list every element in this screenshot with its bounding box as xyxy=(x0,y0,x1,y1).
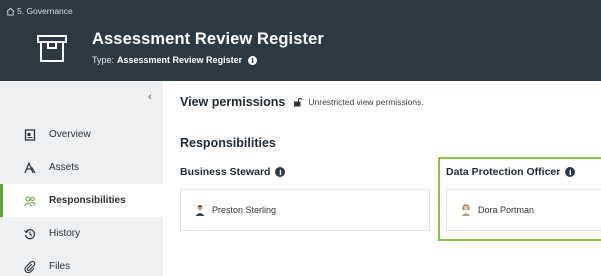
sidebar-item-label: Overview xyxy=(49,129,91,140)
assets-icon xyxy=(24,161,36,174)
collapse-sidebar-icon[interactable]: ‹ xyxy=(148,91,152,103)
responsibilities-title: Responsibilities xyxy=(180,136,276,150)
responsible-user-card[interactable]: Preston Sterling xyxy=(180,189,430,231)
role-name: Business Steward xyxy=(180,166,271,178)
sidebar-item-label: History xyxy=(49,228,81,239)
page-title: Assessment Review Register xyxy=(92,30,324,48)
asset-type: Type: Assessment Review Register i xyxy=(92,55,258,65)
sidebar: ‹ Overview Assets Responsibilities Histo… xyxy=(0,81,163,276)
info-icon[interactable]: i xyxy=(248,55,258,65)
overview-icon xyxy=(24,128,36,141)
paperclip-icon xyxy=(24,260,36,273)
unlock-icon xyxy=(294,97,303,107)
breadcrumb[interactable]: 5. Governance xyxy=(6,6,73,16)
responsibilities-icon xyxy=(24,195,36,207)
community-icon xyxy=(6,7,15,16)
avatar xyxy=(195,204,205,216)
view-permissions-text: Unrestricted view permissions. xyxy=(308,97,424,107)
asset-header: 5. Governance Assessment Review Register… xyxy=(0,0,601,81)
sidebar-item-responsibilities[interactable]: Responsibilities xyxy=(0,184,163,217)
highlight-frame xyxy=(438,157,601,241)
breadcrumb-label[interactable]: 5. Governance xyxy=(17,6,73,16)
history-icon xyxy=(24,228,36,240)
sidebar-item-assets[interactable]: Assets xyxy=(0,151,163,184)
role-business-steward: Business Steward i xyxy=(180,166,286,178)
asset-type-icon xyxy=(37,35,67,62)
sidebar-item-label: Files xyxy=(49,261,71,272)
sidebar-item-label: Assets xyxy=(49,162,80,173)
info-icon[interactable]: i xyxy=(275,167,286,177)
sidebar-item-overview[interactable]: Overview xyxy=(0,118,163,151)
type-value[interactable]: Assessment Review Register xyxy=(117,55,242,65)
type-prefix: Type: xyxy=(92,55,115,65)
view-permissions: View permissions Unrestricted view permi… xyxy=(180,95,424,109)
sidebar-item-history[interactable]: History xyxy=(0,217,163,250)
user-name[interactable]: Preston Sterling xyxy=(212,205,276,215)
sidebar-item-label: Responsibilities xyxy=(49,195,126,206)
sidebar-item-files[interactable]: Files xyxy=(0,250,163,276)
view-permissions-title: View permissions xyxy=(180,95,286,109)
